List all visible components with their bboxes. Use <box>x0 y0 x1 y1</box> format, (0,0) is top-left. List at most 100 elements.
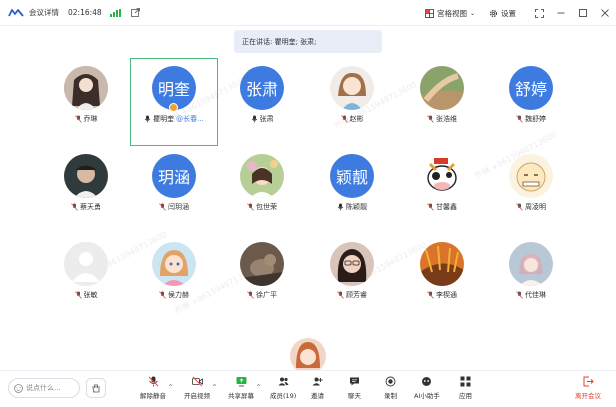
avatar: 舒婷 <box>509 66 553 110</box>
minimize-icon <box>557 12 565 14</box>
share-screen-label: 共享屏幕 <box>228 392 254 400</box>
meeting-details-link[interactable]: 会议详情 <box>29 7 59 18</box>
chevron-up-icon[interactable]: ^ <box>168 384 173 391</box>
participant-tile[interactable]: 徐广平 <box>222 236 302 316</box>
avatar: 玥涵 <box>152 154 196 198</box>
avatar <box>152 242 196 286</box>
participant-name: 魏舒婷 <box>525 115 546 123</box>
share-link-icon[interactable] <box>130 8 140 17</box>
participant-name: 乔琳 <box>83 115 98 123</box>
mic-muted-icon <box>159 291 166 299</box>
participant-tile[interactable]: 代佳琳 <box>491 236 571 316</box>
participant-tile[interactable]: 乔琳 <box>46 60 126 140</box>
participant-name: 瞿明奎 <box>153 115 175 123</box>
maximize-icon <box>579 9 587 17</box>
grid-view-button[interactable]: 宫格视图 ⌄ <box>425 8 475 19</box>
mic-muted-icon <box>516 203 523 211</box>
avatar-initials: 玥涵 <box>157 168 190 187</box>
mic-muted-icon <box>247 203 254 211</box>
participant-name: 徐广平 <box>256 291 277 299</box>
members-icon <box>278 377 289 386</box>
participant-tile[interactable]: 侯力赫 <box>134 236 214 316</box>
mic-muted-icon <box>74 291 82 299</box>
settings-button[interactable]: 设置 <box>489 8 516 19</box>
app-logo-icon <box>8 8 24 17</box>
avatar-initials: 颖靓 <box>335 168 368 187</box>
participant-tile[interactable]: 李楔通 <box>402 236 482 316</box>
chat-input[interactable]: 说点什么... <box>8 378 80 398</box>
participant-name: 甘馨鑫 <box>436 203 457 211</box>
ai-assistant-button[interactable]: AI小助手 <box>414 376 440 406</box>
participant-name: 蔡天勇 <box>80 203 101 211</box>
mic-muted-icon <box>516 291 523 299</box>
ai-assistant-label: AI小助手 <box>414 392 440 400</box>
avatar-initials: 明奎 <box>157 80 190 99</box>
avatar: 颖靓 <box>330 154 374 198</box>
record-button[interactable]: 录制 <box>384 376 397 406</box>
video-off-icon <box>191 376 203 387</box>
network-signal-icon[interactable] <box>109 8 121 17</box>
participant-tile[interactable]: 周凌明 <box>491 148 571 228</box>
mic-icon <box>251 115 257 123</box>
mic-icon <box>337 203 344 211</box>
participant-tile[interactable]: 甘馨鑫 <box>402 148 482 228</box>
chat-button[interactable]: 聊天 <box>348 376 361 406</box>
mic-muted-icon <box>71 203 78 211</box>
participant-tile[interactable]: 包世荣 <box>222 148 302 228</box>
fullscreen-icon <box>534 8 544 18</box>
raise-hand-icon <box>92 384 100 393</box>
avatar <box>509 242 553 286</box>
self-video-preview[interactable] <box>290 338 326 374</box>
avatar: 张肃 <box>240 66 284 110</box>
apps-label: 应用 <box>459 392 472 400</box>
host-badge-icon <box>169 103 178 112</box>
participant-tile[interactable]: 张敏 <box>46 236 126 316</box>
avatar-initials: 舒婷 <box>514 80 547 99</box>
invite-label: 邀请 <box>311 392 324 400</box>
start-video-button[interactable]: 开启视频 ^ <box>184 376 217 406</box>
close-button[interactable] <box>594 0 616 26</box>
default-user-icon <box>64 242 108 286</box>
share-screen-button[interactable]: 共享屏幕 ^ <box>228 376 261 406</box>
mic-muted-icon <box>159 203 166 211</box>
chevron-up-icon[interactable]: ^ <box>212 384 217 391</box>
participant-tile[interactable]: 颖靓 陈颖靓 <box>312 148 392 228</box>
participant-name: 张浩维 <box>436 115 457 123</box>
participant-name: 张肃 <box>259 115 274 123</box>
avatar <box>240 154 284 198</box>
participant-tile[interactable]: 张肃 张肃 <box>222 60 302 140</box>
raise-hand-button[interactable] <box>86 378 106 398</box>
participant-tile[interactable]: 蔡天勇 <box>46 148 126 228</box>
leave-icon <box>583 376 594 387</box>
fullscreen-button[interactable] <box>528 0 550 26</box>
unmute-button[interactable]: 解除静音 ^ <box>140 376 173 406</box>
invite-button[interactable]: 邀请 <box>311 376 324 406</box>
gear-icon <box>489 9 498 17</box>
participant-name: 代佳琳 <box>525 291 546 299</box>
bottom-toolbar: 说点什么... 解除静音 ^ 开启视频 ^ 共享屏幕 ^ 成员(19) 邀请 聊… <box>0 370 616 407</box>
leave-meeting-button[interactable]: 离开会议 <box>575 376 601 406</box>
participant-tile[interactable]: 舒婷 魏舒婷 <box>491 60 571 140</box>
participant-name: 闫玥涵 <box>168 203 189 211</box>
participant-name: 周凌明 <box>525 203 546 211</box>
chat-label: 聊天 <box>348 392 361 400</box>
participant-tile[interactable]: 明奎 瞿明奎 @长春... <box>134 60 214 140</box>
chevron-up-icon[interactable]: ^ <box>256 384 261 391</box>
mic-muted-icon <box>427 115 434 123</box>
apps-button[interactable]: 应用 <box>459 376 472 406</box>
speaking-label: 正在讲话: 瞿明奎; 张肃; <box>242 37 317 46</box>
participant-name: 赵彬 <box>349 115 364 123</box>
participant-tile[interactable]: 张浩维 <box>402 60 482 140</box>
members-button[interactable]: 成员(19) <box>270 376 296 406</box>
speaking-indicator: 正在讲话: 瞿明奎; 张肃; <box>234 30 382 53</box>
participant-name: 顾芳睿 <box>346 291 367 299</box>
members-label: 成员(19) <box>270 392 297 400</box>
participant-name: 侯力赫 <box>168 291 189 299</box>
participant-tile[interactable]: 玥涵 闫玥涵 <box>134 148 214 228</box>
grid-view-label: 宫格视图 <box>436 8 467 18</box>
maximize-button[interactable] <box>572 0 594 26</box>
participant-tile[interactable]: 赵彬 <box>312 60 392 140</box>
minimize-button[interactable] <box>550 0 572 26</box>
avatar <box>330 66 374 110</box>
participant-tile[interactable]: 顾芳睿 <box>312 236 392 316</box>
